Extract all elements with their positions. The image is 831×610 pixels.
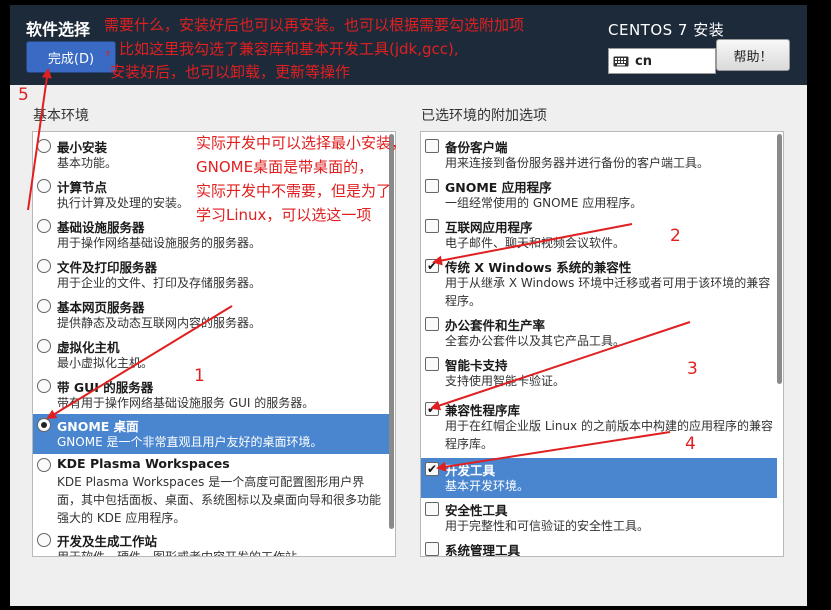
radio-button[interactable]	[37, 339, 51, 353]
base-env-option[interactable]: GNOME 桌面 GNOME 是一个非常直观且用户友好的桌面环境。	[33, 414, 389, 454]
addon-option[interactable]: 办公套件和生产率 全套办公套件以及其它产品工具。	[421, 313, 777, 353]
option-description: 用于软件、硬件、图形或者内容开发的工作站。	[57, 550, 310, 557]
addon-option[interactable]: ✔ 传统 X Windows 系统的兼容性 用于从继承 X Windows 环境中迁…	[421, 255, 777, 313]
radio-button[interactable]	[37, 179, 51, 193]
option-description: 用于完整性和可信验证的安全性工具。	[445, 519, 650, 533]
option-description: 用于操作网络基础设施服务的服务器。	[57, 236, 262, 250]
addon-option[interactable]: 安全性工具 用于完整性和可信验证的安全性工具。	[421, 498, 777, 538]
checkmark-icon[interactable]: ✔	[425, 402, 439, 416]
keyboard-layout-code: cn	[635, 53, 652, 69]
radio-button[interactable]	[37, 299, 51, 313]
option-description: 全套办公套件以及其它产品工具。	[445, 334, 626, 348]
addon-list[interactable]: 备份客户端 用来连接到备份服务器并进行备份的客户端工具。 GNOME 应用程序 一组经…	[420, 131, 784, 557]
option-description: 基本开发环境。	[445, 479, 530, 493]
checkbox[interactable]	[425, 317, 439, 331]
checkbox[interactable]	[425, 502, 439, 516]
checkmark-icon[interactable]: ✔	[425, 462, 439, 476]
base-env-option[interactable]: 开发及生成工作站 用于软件、硬件、图形或者内容开发的工作站。	[33, 529, 389, 557]
base-env-option[interactable]: 基本网页服务器 提供静态及动态互联网内容的服务器。	[33, 295, 389, 335]
addon-option[interactable]: ✔ 兼容性程序库 用于在红帽企业版 Linux 的之前版本中构建的应用程序的兼容程序…	[421, 398, 777, 458]
radio-button[interactable]	[37, 259, 51, 273]
option-description: GNOME 是一个非常直观且用户友好的桌面环境。	[57, 435, 323, 449]
annotation-number-5: 5	[18, 85, 29, 105]
addon-option[interactable]: 互联网应用程序 电子邮件、聊天和视频会议软件。	[421, 215, 777, 255]
base-env-option[interactable]: 虚拟化主机 最小虚拟化主机。	[33, 335, 389, 375]
annotation-number-1: 1	[194, 366, 205, 386]
option-description: 电子邮件、聊天和视频会议软件。	[445, 236, 626, 250]
annotation-mid-line4: 学习Linux，可以选这一项	[196, 206, 372, 224]
done-button[interactable]: 完成(D)	[26, 41, 116, 73]
base-environment-heading: 基本环境	[33, 108, 89, 124]
base-env-option[interactable]: KDE Plasma Workspaces KDE Plasma Workspac…	[33, 454, 389, 529]
option-description: 用于从继承 X Windows 环境中迁移或者可用于该环境的兼容程序。	[445, 276, 771, 308]
option-description: KDE Plasma Workspaces 是一个高度可配置图形用户界面，其中包…	[57, 475, 382, 525]
option-description: 带有用于操作网络基础设施服务 GUI 的服务器。	[57, 396, 315, 410]
help-button[interactable]: 帮助！	[716, 39, 790, 71]
option-description: 一组经常使用的 GNOME 应用程序。	[445, 196, 643, 210]
radio-button[interactable]	[37, 458, 51, 472]
addon-option[interactable]: 系统管理工具对系统管理有用的程序。	[421, 538, 777, 557]
addon-option[interactable]: GNOME 应用程序 一组经常使用的 GNOME 应用程序。	[421, 175, 777, 215]
keyboard-icon	[613, 56, 629, 66]
annotation-number-2: 2	[670, 226, 681, 246]
checkbox[interactable]	[425, 219, 439, 233]
option-description: 用于在红帽企业版 Linux 的之前版本中构建的应用程序的兼容程序库。	[445, 419, 773, 451]
installer-window: 软件选择 完成(D) CENTOS 7 安装 cn 帮助！ 基本环境 已选环境的…	[10, 5, 807, 606]
annotation-mid-line3: 实际开发中不需要，但是为了	[196, 182, 392, 200]
radio-button[interactable]	[37, 219, 51, 233]
checkbox[interactable]	[425, 542, 439, 556]
option-description: 用于企业的文件、打印及存储服务器。	[57, 276, 262, 290]
radio-button[interactable]	[37, 533, 51, 547]
annotation-mid-line1: 实际开发中可以选择最小安装，	[196, 134, 407, 152]
annotation-mid-line2: GNOME桌面是带桌面的，	[196, 158, 374, 176]
checkmark-icon[interactable]: ✔	[425, 259, 439, 273]
annotation-number-4: 4	[685, 434, 696, 454]
addon-option[interactable]: 智能卡支持 支持使用智能卡验证。	[421, 353, 777, 398]
annotation-number-3: 3	[687, 359, 698, 379]
annotation-top-line3: 安装好后，也可以卸载，更新等操作	[110, 63, 351, 81]
checkbox[interactable]	[425, 139, 439, 153]
option-description: 最小虚拟化主机。	[57, 356, 154, 370]
installer-title: CENTOS 7 安装	[608, 21, 725, 39]
annotation-top-line1: 需要什么，安装好后也可以再安装。也可以根据需要勾选附加项	[104, 16, 525, 34]
checkbox[interactable]	[425, 357, 439, 371]
annotation-top-line2: ，比如这里我勾选了兼容库和基本开发工具(jdk,gcc),	[104, 40, 459, 58]
radio-button[interactable]	[37, 379, 51, 393]
addons-heading: 已选环境的附加选项	[421, 108, 547, 124]
page-title: 软件选择	[26, 20, 91, 39]
addon-option[interactable]: 备份客户端 用来连接到备份服务器并进行备份的客户端工具。	[421, 135, 777, 175]
base-env-option[interactable]: 文件及打印服务器 用于企业的文件、打印及存储服务器。	[33, 255, 389, 295]
option-description: 提供静态及动态互联网内容的服务器。	[57, 316, 262, 330]
option-title: 系统管理工具	[445, 543, 521, 557]
base-env-option[interactable]: 带 GUI 的服务器 带有用于操作网络基础设施服务 GUI 的服务器。	[33, 375, 389, 415]
option-description: 支持使用智能卡验证。	[445, 374, 566, 388]
option-title: KDE Plasma Workspaces	[57, 456, 230, 471]
addon-option[interactable]: ✔ 开发工具 基本开发环境。	[421, 458, 777, 498]
radio-selected-icon[interactable]	[37, 418, 51, 432]
checkbox[interactable]	[425, 179, 439, 193]
option-description: 用来连接到备份服务器并进行备份的客户端工具。	[445, 156, 710, 170]
keyboard-layout-indicator[interactable]: cn	[608, 48, 716, 74]
radio-button[interactable]	[37, 139, 51, 153]
